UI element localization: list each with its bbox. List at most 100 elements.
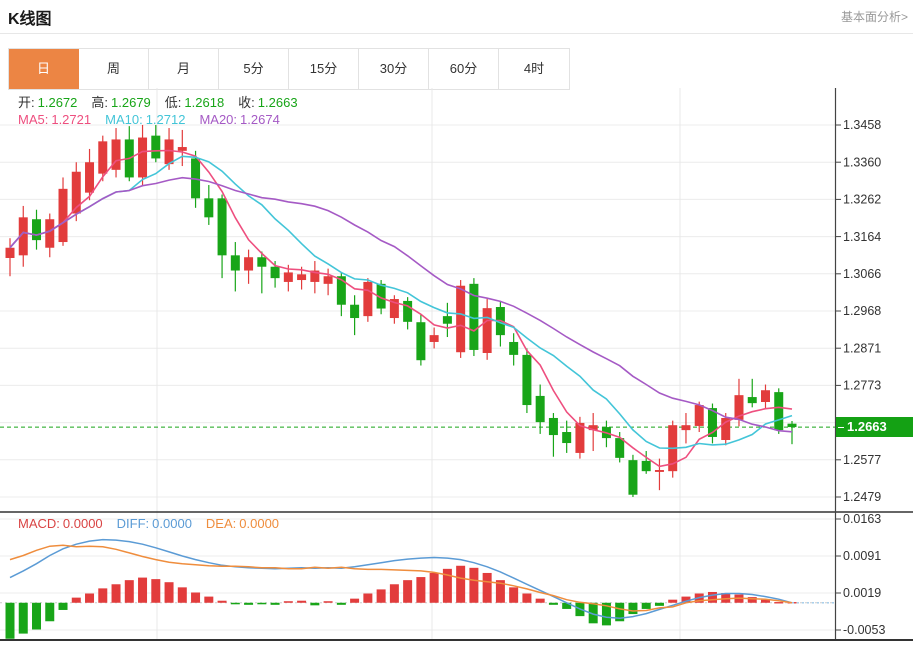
- y-tick-label: 1.3360: [843, 155, 881, 169]
- low-value: 1.2618: [184, 95, 225, 110]
- diff-value: 0.0000: [152, 516, 192, 531]
- macd-bar: [85, 593, 95, 603]
- candle: [641, 460, 651, 472]
- macd-bar: [164, 582, 174, 603]
- open-value: 1.2672: [37, 95, 78, 110]
- macd-bar: [283, 601, 293, 603]
- macd-bar: [628, 602, 638, 615]
- y-tick-label: 1.2773: [843, 379, 881, 393]
- candle: [562, 432, 572, 444]
- fundamental-analysis-link[interactable]: 基本面分析>: [841, 8, 908, 25]
- macd-bar: [32, 602, 42, 630]
- macd-bar: [654, 602, 664, 606]
- y-tick-label: 1.3458: [843, 118, 881, 132]
- page-title: K线图: [8, 11, 52, 28]
- candle: [456, 285, 466, 353]
- macd-bar: [416, 577, 426, 603]
- candle: [522, 354, 532, 406]
- candle: [230, 255, 240, 271]
- tab-4hour[interactable]: 4时: [499, 49, 569, 89]
- y-tick-label: 1.2871: [843, 341, 881, 355]
- candle: [138, 137, 148, 178]
- ma20-value: 1.2674: [240, 112, 280, 127]
- candle: [177, 147, 187, 151]
- tab-month[interactable]: 月: [149, 49, 219, 89]
- tab-30min[interactable]: 30分: [359, 49, 429, 89]
- macd-bar: [138, 577, 148, 603]
- tab-60min[interactable]: 60分: [429, 49, 499, 89]
- macd-bar: [191, 592, 201, 603]
- macd-bar: [98, 588, 108, 603]
- macd-bar: [45, 602, 55, 622]
- ma20-label: MA20:: [199, 112, 238, 127]
- page-header: K线图 基本面分析>: [0, 0, 913, 34]
- macd-bar: [469, 567, 479, 603]
- macd-bar: [58, 602, 68, 610]
- open-label: 开:: [18, 95, 35, 110]
- dea-label: DEA:: [205, 516, 237, 531]
- macd-bar: [456, 565, 466, 603]
- macd-label: MACD:: [18, 516, 60, 531]
- diff-label: DIFF:: [116, 516, 150, 531]
- current-price-badge: 1.2663: [836, 417, 913, 437]
- macd-bar: [177, 587, 187, 603]
- candle: [628, 460, 638, 495]
- ma5-line: [9, 149, 793, 468]
- candle: [429, 335, 439, 342]
- macd-bar: [336, 602, 346, 605]
- close-label: 收:: [238, 95, 255, 110]
- macd-bar: [509, 587, 519, 603]
- candle: [45, 219, 55, 248]
- chart-canvas[interactable]: 1.3458 1.3360 1.3262 1.3164 1.3066 1.2968 1.28…: [0, 88, 913, 645]
- macd-bar: [111, 584, 121, 603]
- candle: [217, 198, 227, 256]
- ma5-value: 1.2721: [51, 112, 92, 127]
- candle: [787, 423, 797, 428]
- tab-week[interactable]: 周: [79, 49, 149, 89]
- candle: [694, 405, 704, 426]
- macd-bar: [482, 572, 492, 603]
- candle: [350, 304, 360, 319]
- ohlc-legend: 开: 1.2672 高: 1.2679 低: 1.2618 收: 1.2663: [18, 92, 301, 111]
- high-label: 高:: [91, 95, 109, 110]
- macd-legend: MACD: 0.0000 DIFF: 0.0000 DEA: 0.0000: [18, 516, 282, 531]
- y-tick-label: 1.3262: [843, 193, 881, 207]
- y-tick-label: -0.0053: [843, 623, 885, 637]
- ma10-value: 1.2712: [145, 112, 186, 127]
- low-label: 低:: [164, 95, 182, 110]
- candle: [98, 141, 108, 174]
- macd-bar: [204, 596, 214, 603]
- y-tick-label: 1.2479: [843, 490, 881, 504]
- y-tick-label: 0.0163: [843, 512, 881, 526]
- macd-value: 0.0000: [62, 516, 103, 531]
- candle: [58, 188, 68, 243]
- macd-bar: [350, 598, 360, 603]
- candle: [5, 247, 15, 258]
- ma10-line: [9, 155, 793, 450]
- tab-15min[interactable]: 15分: [289, 49, 359, 89]
- candle: [681, 425, 691, 431]
- interval-tab-bar: 日 周 月 5分 15分 30分 60分 4时: [8, 48, 570, 90]
- candle: [482, 308, 492, 353]
- macd-bar: [389, 584, 399, 603]
- candle: [85, 162, 95, 193]
- candle: [297, 274, 307, 281]
- macd-bar: [641, 602, 651, 609]
- macd-bar: [310, 602, 320, 606]
- macd-bar: [5, 602, 15, 639]
- y-tick-label: 1.3066: [843, 267, 881, 281]
- candle: [363, 281, 373, 317]
- tab-5min[interactable]: 5分: [219, 49, 289, 89]
- candle: [283, 272, 293, 282]
- macd-bar: [363, 593, 373, 603]
- y-tick-label: 1.2577: [843, 453, 881, 467]
- tab-day[interactable]: 日: [9, 49, 79, 89]
- candle: [270, 266, 280, 279]
- y-tick-label: 0.0091: [843, 549, 881, 563]
- macd-bar: [244, 602, 254, 605]
- y-tick-label: 1.3164: [843, 230, 881, 244]
- macd-bar: [257, 602, 267, 605]
- ma5-label: MA5:: [18, 112, 49, 127]
- candle: [535, 395, 545, 423]
- macd-bar: [270, 602, 280, 605]
